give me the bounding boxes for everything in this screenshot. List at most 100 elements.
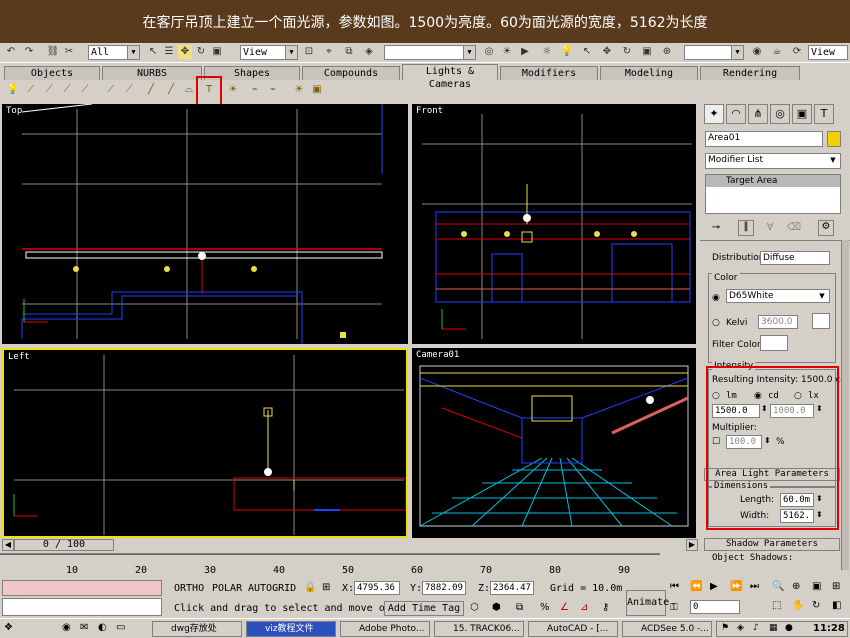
tray-icon[interactable]: ⚑ xyxy=(721,623,729,633)
key-filter-icon[interactable]: ⚷ xyxy=(602,602,609,613)
free-area-icon[interactable]: ⌓ xyxy=(182,83,196,97)
selection-lock-icon[interactable]: ⬡ xyxy=(470,602,479,613)
utilities-panel-icon[interactable]: T xyxy=(814,104,834,124)
reference-coordinate-select-2[interactable]: ▼ xyxy=(684,45,744,60)
absolute-mode-icon[interactable]: ⊞ xyxy=(322,582,330,593)
desktop-icon[interactable]: ▭ xyxy=(116,622,125,633)
display-panel-icon[interactable]: ▣ xyxy=(792,104,812,124)
media-icon[interactable]: ◐ xyxy=(98,622,107,633)
next-frame-icon[interactable]: ▶ xyxy=(686,539,698,551)
polar-toggle[interactable]: POLAR xyxy=(212,583,242,594)
shadow-parameters-rollout[interactable]: Shadow Parameters xyxy=(704,538,840,551)
viewport-left[interactable]: Left xyxy=(2,348,408,538)
color-preset-select[interactable]: D65White ▼ xyxy=(726,289,830,303)
select-object-icon[interactable]: ↖ xyxy=(146,45,160,59)
create-panel-icon[interactable]: ✦ xyxy=(704,104,724,124)
task-item-acdsee[interactable]: ACDSee 5.0 -... xyxy=(622,621,712,637)
tray-icon[interactable]: ● xyxy=(785,623,793,633)
move-icon[interactable]: ✥ xyxy=(600,45,614,59)
modifier-stack[interactable]: Target Area xyxy=(705,174,841,214)
prev-key-icon[interactable]: ⏪ xyxy=(690,581,702,592)
zoom-icon[interactable]: 🔍 xyxy=(772,581,784,592)
arc-rotate-icon[interactable]: ↻ xyxy=(812,600,820,611)
snap-icon[interactable]: ⊕ xyxy=(660,45,674,59)
make-unique-icon[interactable]: ∀ xyxy=(762,222,778,236)
render-icon[interactable]: ◉ xyxy=(750,45,764,59)
select-move-icon[interactable]: ✥ xyxy=(178,45,192,59)
lock-selection-icon[interactable]: 🔒 xyxy=(304,582,316,593)
zoom-extents-all-icon[interactable]: ⊞ xyxy=(832,581,840,592)
daylight-icon[interactable]: ☀ xyxy=(292,83,306,97)
viewport-front[interactable]: Front xyxy=(412,104,696,344)
snaps-toggle-icon[interactable]: ⧉ xyxy=(516,602,523,613)
goto-end-icon[interactable]: ⏭ xyxy=(750,581,759,592)
filter-color-swatch[interactable] xyxy=(760,335,788,351)
selection-filter-select[interactable]: All ▼ xyxy=(88,45,140,60)
material-editor-icon[interactable]: ◎ xyxy=(482,45,496,59)
motion-panel-icon[interactable]: ◎ xyxy=(770,104,790,124)
distribution-select[interactable]: Diffuse xyxy=(760,251,830,265)
task-item-track[interactable]: 15. TRACK06... xyxy=(434,621,524,637)
quicklaunch-icon[interactable]: ❖ xyxy=(4,622,13,633)
rotate-icon[interactable]: ↻ xyxy=(620,45,634,59)
axis-constraint-icon[interactable]: ⌖ xyxy=(322,45,336,59)
render-last-icon[interactable]: ⟳ xyxy=(790,45,804,59)
ie-icon[interactable]: ◉ xyxy=(62,622,71,633)
light-lister-icon[interactable]: ☼ xyxy=(540,45,554,59)
redo-icon[interactable]: ↷ xyxy=(22,45,36,59)
viewport-top[interactable]: Top xyxy=(2,104,408,344)
reference-coordinate-select[interactable]: View ▼ xyxy=(240,45,298,60)
x-coordinate-field[interactable]: 4795.36 xyxy=(354,581,400,595)
current-frame-field[interactable]: 0 xyxy=(690,600,740,614)
goto-start-icon[interactable]: ⏮ xyxy=(670,581,679,592)
z-coordinate-field[interactable]: 2364.47 xyxy=(490,581,534,595)
select-icon[interactable]: ↖ xyxy=(580,45,594,59)
select-by-name-icon[interactable]: ☰ xyxy=(162,45,176,59)
scale-icon[interactable]: ▣ xyxy=(640,45,654,59)
maxscript-input[interactable] xyxy=(2,598,162,616)
zoom-extents-icon[interactable]: ▣ xyxy=(812,581,821,592)
network-icon[interactable]: ▦ xyxy=(769,623,778,633)
tab-lights-cameras[interactable]: Lights & Cameras xyxy=(402,64,498,90)
modify-panel-icon[interactable]: ◠ xyxy=(726,104,746,124)
tab-modeling[interactable]: Modeling xyxy=(600,66,698,80)
object-color-swatch[interactable] xyxy=(827,131,841,147)
next-key-icon[interactable]: ⏩ xyxy=(730,581,742,592)
free-direct-icon[interactable]: ⟋ xyxy=(78,83,92,97)
quick-render-icon[interactable]: ▶ xyxy=(518,45,532,59)
tab-nurbs[interactable]: NURBS xyxy=(102,66,202,80)
show-end-result-icon[interactable]: ‖ xyxy=(738,220,754,236)
kelvin-color-swatch[interactable] xyxy=(812,313,830,329)
maxscript-listener[interactable] xyxy=(2,580,162,596)
render-scene-icon[interactable]: ☀ xyxy=(500,45,514,59)
camera-icon[interactable]: ▣ xyxy=(310,83,324,97)
align-icon[interactable]: ◈ xyxy=(362,45,376,59)
key-mode-icon[interactable]: ⚿ xyxy=(670,602,678,613)
configure-sets-icon[interactable]: ⚙ xyxy=(818,220,834,236)
percent-snap-icon[interactable]: % xyxy=(540,602,550,613)
object-name-field[interactable]: Area01 xyxy=(705,131,823,147)
autogrid-toggle[interactable]: AUTOGRID xyxy=(248,583,296,594)
pin-stack-icon[interactable]: ⊸ xyxy=(708,222,724,236)
remove-modifier-icon[interactable]: ⌫ xyxy=(786,222,802,236)
view-select[interactable]: View xyxy=(808,45,848,60)
unlink-icon[interactable]: ✂ xyxy=(62,45,76,59)
crossing-icon[interactable]: ⬢ xyxy=(492,602,501,613)
teapot-icon[interactable]: ☕ xyxy=(770,45,784,59)
tab-compounds[interactable]: Compounds xyxy=(302,66,400,80)
mirror-icon[interactable]: ⧉ xyxy=(342,45,356,59)
volume-icon[interactable]: ♪ xyxy=(753,623,759,633)
tab-modifiers[interactable]: Modifiers xyxy=(500,66,598,80)
track-bar[interactable]: 10 20 30 40 50 60 70 80 90 xyxy=(0,553,660,578)
task-item-photoshop[interactable]: Adobe Photo... xyxy=(340,621,430,637)
kelvin-field[interactable]: 3600.0 xyxy=(758,315,798,329)
y-coordinate-field[interactable]: 7882.09 xyxy=(422,581,466,595)
viewport-camera[interactable]: Camera01 xyxy=(412,348,696,538)
tab-rendering[interactable]: Rendering xyxy=(700,66,800,80)
free-point-icon[interactable]: ⟋ xyxy=(122,83,136,97)
task-item-autocad[interactable]: AutoCAD - [... xyxy=(528,621,618,637)
lamp-icon[interactable]: 💡 xyxy=(560,45,574,59)
add-time-tag-button[interactable]: Add Time Tag xyxy=(384,601,464,616)
target-spot-icon[interactable]: ⟋ xyxy=(24,83,38,97)
stack-item-target-area[interactable]: Target Area xyxy=(706,175,840,187)
